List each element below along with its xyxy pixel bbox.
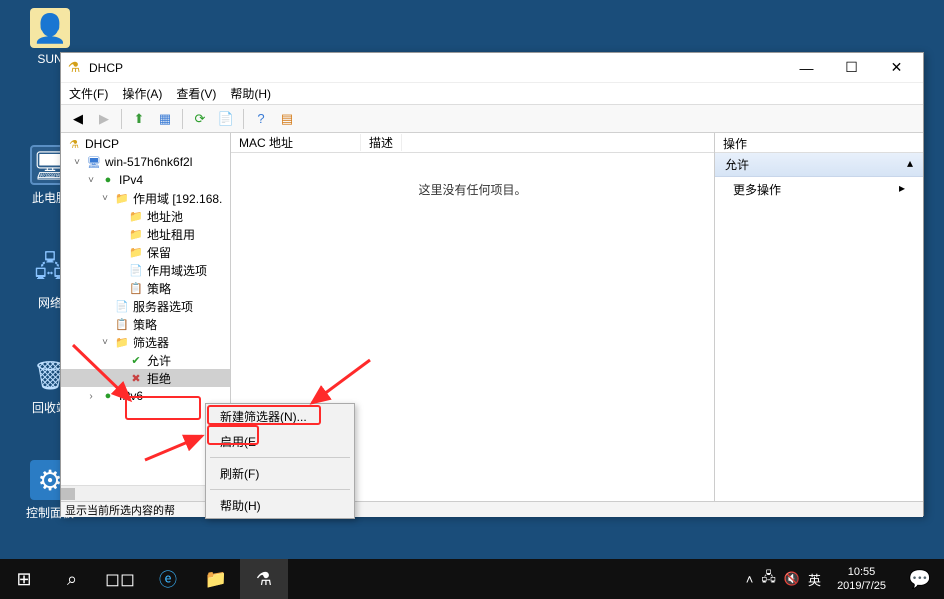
collapse-icon[interactable]: ˅ xyxy=(71,157,83,168)
content-panes: ⚗ DHCP ˅ 🖥 win-517h6nk6f2l ˅ ● IPv4 ˅ 📁 … xyxy=(61,133,923,501)
tree-address-leases[interactable]: 📁 地址租用 xyxy=(61,225,230,243)
ie-button[interactable]: ⓔ xyxy=(144,559,192,599)
tray-chevron-icon[interactable]: ˄ xyxy=(746,572,754,587)
action-center-button[interactable]: 💬 xyxy=(896,559,944,599)
tree-ipv4[interactable]: ˅ ● IPv4 xyxy=(61,171,230,189)
collapse-icon[interactable]: ˅ xyxy=(85,175,97,186)
filter-button[interactable]: ▤ xyxy=(276,108,298,130)
system-tray[interactable]: ˄ 🖧 🔇 英 xyxy=(740,568,827,590)
taskbar: ⊞ ⌕ ◻◻ ⓔ 📁 ⚗ ˄ 🖧 🔇 英 10:55 2019/7/25 💬 xyxy=(0,559,944,599)
statusbar: 显示当前所选内容的帮 xyxy=(61,501,923,517)
list-header: MAC 地址 描述 xyxy=(231,133,714,153)
actions-pane: 操作 允许 ▴ 更多操作 ▸ xyxy=(715,133,923,501)
tree-policies[interactable]: 📋 策略 xyxy=(61,279,230,297)
menu-file[interactable]: 文件(F) xyxy=(69,85,108,102)
actions-group-allow[interactable]: 允许 ▴ xyxy=(715,153,923,177)
search-button[interactable]: ⌕ xyxy=(48,559,96,599)
tree-server[interactable]: ˅ 🖥 win-517h6nk6f2l xyxy=(61,153,230,171)
menubar: 文件(F) 操作(A) 查看(V) 帮助(H) xyxy=(61,83,923,105)
tree-scope-options[interactable]: 📄 作用域选项 xyxy=(61,261,230,279)
ipv4-icon: ● xyxy=(100,172,116,188)
ctx-help[interactable]: 帮助(H) xyxy=(206,493,354,518)
tree-filter-deny[interactable]: ✖ 拒绝 xyxy=(61,369,230,387)
maximize-button[interactable]: ☐ xyxy=(829,54,874,82)
toolbar-separator xyxy=(121,109,122,129)
menu-separator xyxy=(210,457,350,458)
list-empty-text: 这里没有任何项目。 xyxy=(418,181,526,198)
up-button[interactable]: ⬆ xyxy=(128,108,150,130)
scrollbar-thumb[interactable] xyxy=(61,488,75,500)
close-button[interactable]: ✕ xyxy=(874,54,919,82)
context-menu: 新建筛选器(N)... 启用(E 刷新(F) 帮助(H) xyxy=(205,403,355,519)
actions-header: 操作 xyxy=(715,133,923,153)
titlebar[interactable]: ⚗ DHCP — ☐ ✕ xyxy=(61,53,923,83)
menu-help[interactable]: 帮助(H) xyxy=(230,85,271,102)
dhcp-app-icon: ⚗ xyxy=(65,59,83,77)
options-icon: 📄 xyxy=(128,262,144,278)
statusbar-text: 显示当前所选内容的帮 xyxy=(65,502,175,518)
start-button[interactable]: ⊞ xyxy=(0,559,48,599)
window-title: DHCP xyxy=(89,61,784,75)
filters-icon: 📁 xyxy=(114,334,130,350)
tray-network-icon[interactable]: 🖧 xyxy=(761,568,776,590)
show-hide-tree-button[interactable]: ▦ xyxy=(154,108,176,130)
submenu-arrow-icon: ▸ xyxy=(899,181,905,198)
clock-date: 2019/7/25 xyxy=(837,579,886,593)
policy-icon: 📋 xyxy=(128,280,144,296)
forward-button[interactable]: ▶ xyxy=(93,108,115,130)
actions-more[interactable]: 更多操作 ▸ xyxy=(715,177,923,202)
menu-action[interactable]: 操作(A) xyxy=(122,85,162,102)
tree-filters[interactable]: ˅ 📁 筛选器 xyxy=(61,333,230,351)
options-icon: 📄 xyxy=(114,298,130,314)
dhcp-window: ⚗ DHCP — ☐ ✕ 文件(F) 操作(A) 查看(V) 帮助(H) ◀ ▶… xyxy=(60,52,924,516)
expand-icon[interactable]: › xyxy=(85,391,97,402)
clock-time: 10:55 xyxy=(837,565,886,579)
toolbar-separator xyxy=(182,109,183,129)
export-button[interactable]: 📄 xyxy=(215,108,237,130)
help-button[interactable]: ? xyxy=(250,108,272,130)
tree-root-dhcp[interactable]: ⚗ DHCP xyxy=(61,135,230,153)
folder-icon: 📁 xyxy=(128,208,144,224)
menu-view[interactable]: 查看(V) xyxy=(176,85,216,102)
menu-separator xyxy=(210,489,350,490)
toolbar: ◀ ▶ ⬆ ▦ ⟳ 📄 ? ▤ xyxy=(61,105,923,133)
deny-icon: ✖ xyxy=(128,370,144,386)
column-mac[interactable]: MAC 地址 xyxy=(231,134,361,151)
ctx-enable[interactable]: 启用(E xyxy=(206,429,354,454)
column-desc[interactable]: 描述 xyxy=(361,134,402,151)
tree-address-pool[interactable]: 📁 地址池 xyxy=(61,207,230,225)
explorer-button[interactable]: 📁 xyxy=(192,559,240,599)
policy-icon: 📋 xyxy=(114,316,130,332)
minimize-button[interactable]: — xyxy=(784,54,829,82)
collapse-icon[interactable]: ˅ xyxy=(99,337,111,348)
allow-icon: ✔ xyxy=(128,352,144,368)
tree-server-options[interactable]: 📄 服务器选项 xyxy=(61,297,230,315)
task-view-button[interactable]: ◻◻ xyxy=(96,559,144,599)
ime-indicator[interactable]: 英 xyxy=(808,570,821,589)
collapse-arrow-icon: ▴ xyxy=(907,156,913,173)
ctx-new-filter[interactable]: 新建筛选器(N)... xyxy=(206,404,354,429)
tree-scope[interactable]: ˅ 📁 作用域 [192.168. xyxy=(61,189,230,207)
back-button[interactable]: ◀ xyxy=(67,108,89,130)
ctx-refresh[interactable]: 刷新(F) xyxy=(206,461,354,486)
collapse-icon[interactable]: ˅ xyxy=(99,193,111,204)
user-folder-icon: 👤 xyxy=(30,8,70,48)
toolbar-separator xyxy=(243,109,244,129)
tree-reservations[interactable]: 📁 保留 xyxy=(61,243,230,261)
refresh-button[interactable]: ⟳ xyxy=(189,108,211,130)
dhcp-icon: ⚗ xyxy=(66,136,82,152)
folder-icon: 📁 xyxy=(128,244,144,260)
dhcp-taskbar-button[interactable]: ⚗ xyxy=(240,559,288,599)
taskbar-clock[interactable]: 10:55 2019/7/25 xyxy=(827,565,896,594)
scope-icon: 📁 xyxy=(114,190,130,206)
ipv6-icon: ● xyxy=(100,388,116,404)
folder-icon: 📁 xyxy=(128,226,144,242)
server-icon: 🖥 xyxy=(86,154,102,170)
tree-policies-server[interactable]: 📋 策略 xyxy=(61,315,230,333)
tray-volume-icon[interactable]: 🔇 xyxy=(784,571,800,587)
tree-filter-allow[interactable]: ✔ 允许 xyxy=(61,351,230,369)
